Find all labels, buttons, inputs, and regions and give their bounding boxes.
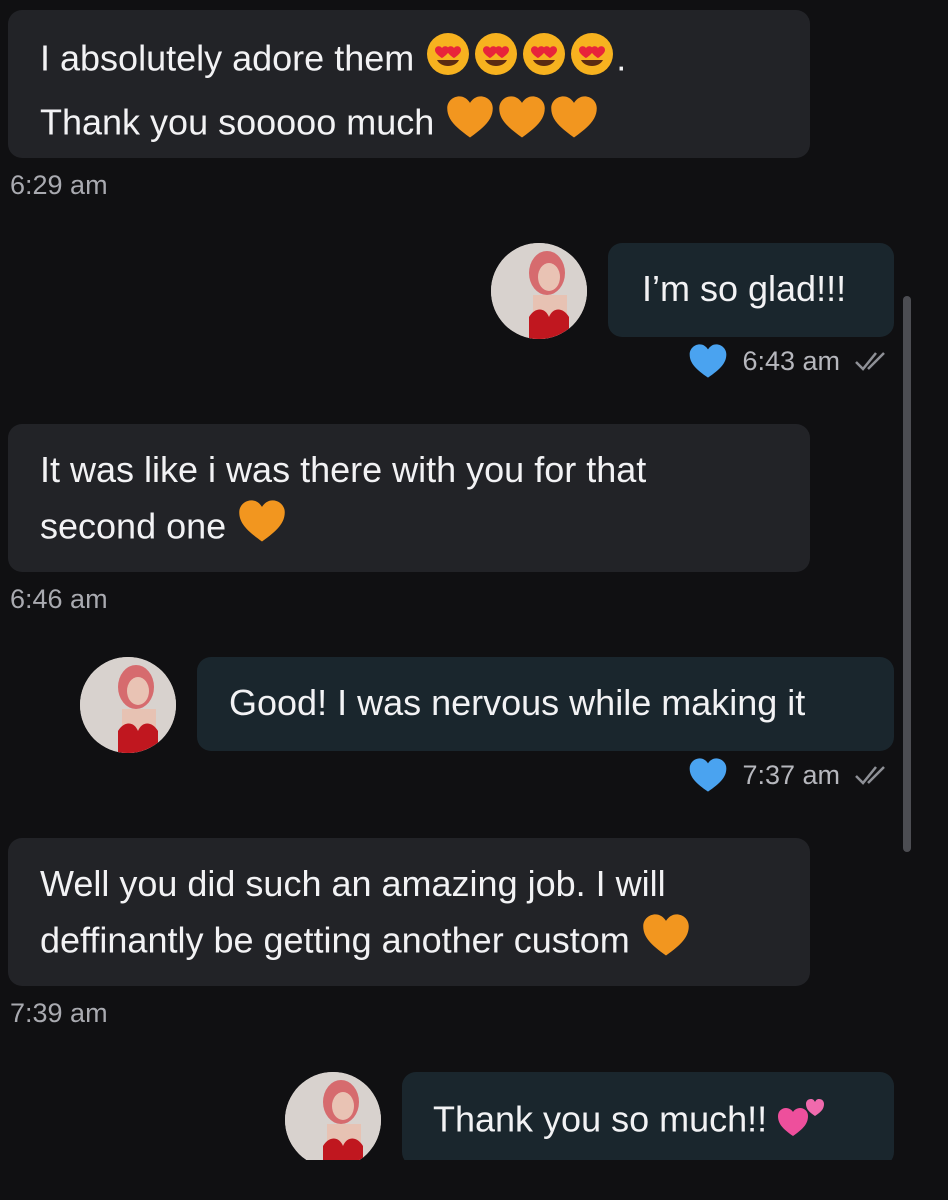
message-meta: 7:37 am (688, 756, 894, 794)
message-text: Good! I was nervous while making it (229, 682, 806, 723)
heart-eyes-emoji-icon (424, 30, 472, 92)
scrollbar[interactable] (903, 296, 911, 852)
message-line: deffinantly be getting another custom (40, 910, 780, 976)
message-bubble-outgoing[interactable]: I’m so glad!!! (608, 243, 894, 337)
like-heart-icon[interactable] (688, 342, 728, 380)
message-timestamp: 7:37 am (742, 759, 840, 790)
message-line: second one (40, 496, 780, 562)
message-timestamp: 6:46 am (10, 584, 108, 614)
message-line: It was like i was there with you for tha… (40, 449, 647, 490)
message-text: Thank you sooooo much (40, 101, 435, 143)
avatar-photo-icon (80, 657, 176, 753)
message-text: Thank you so much!! (433, 1098, 768, 1140)
heart-eyes-emoji-icon (472, 30, 520, 92)
heart-eyes-emoji-icon (568, 30, 616, 92)
orange-heart-emoji-icon (236, 496, 288, 562)
message-line: I absolutely adore them . (40, 30, 780, 92)
read-receipt-icon (855, 766, 885, 785)
message-timestamp: 7:39 am (10, 998, 108, 1028)
avatar[interactable] (491, 243, 587, 339)
orange-heart-emoji-icon (640, 910, 692, 976)
orange-heart-emoji-icon (548, 92, 600, 158)
read-receipt-icon (855, 352, 885, 371)
message-text: second one (40, 505, 227, 547)
avatar[interactable] (285, 1072, 381, 1168)
message-timestamp: 6:29 am (10, 170, 108, 200)
bottom-cutoff (0, 1160, 948, 1200)
message-line: Well you did such an amazing job. I will (40, 863, 666, 904)
avatar-photo-icon (285, 1072, 381, 1168)
orange-heart-emoji-icon (496, 92, 548, 158)
message-bubble-incoming[interactable]: Well you did such an amazing job. I will… (8, 838, 810, 986)
message-text: I absolutely adore them (40, 37, 415, 79)
orange-heart-emoji-icon (444, 92, 496, 158)
message-bubble-incoming[interactable]: I absolutely adore them . Thank you sooo… (8, 10, 810, 158)
message-text: deffinantly be getting another custom (40, 919, 630, 961)
message-bubble-outgoing[interactable]: Good! I was nervous while making it (197, 657, 894, 751)
message-timestamp: 6:43 am (742, 345, 840, 376)
message-bubble-incoming[interactable]: It was like i was there with you for tha… (8, 424, 810, 572)
avatar-photo-icon (491, 243, 587, 339)
message-text: I’m so glad!!! (642, 268, 847, 309)
two-hearts-emoji-icon (777, 1092, 827, 1152)
heart-eyes-emoji-icon (520, 30, 568, 92)
message-meta: 6:43 am (688, 342, 894, 380)
avatar[interactable] (80, 657, 176, 753)
like-heart-icon[interactable] (688, 756, 728, 794)
message-line: Thank you sooooo much (40, 92, 780, 158)
message-punctuation: . (616, 37, 627, 79)
message-bubble-outgoing[interactable]: Thank you so much!! (402, 1072, 894, 1166)
